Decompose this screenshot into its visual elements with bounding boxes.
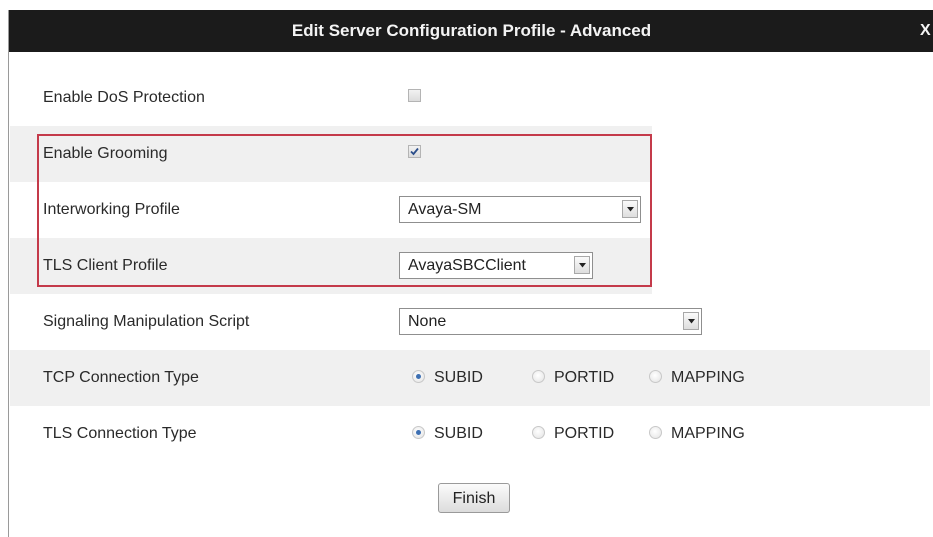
- radio-label: SUBID: [434, 425, 483, 442]
- radio-label: PORTID: [554, 425, 615, 442]
- tls-connection-type-label: TLS Connection Type: [43, 425, 197, 442]
- row-interworking-profile: Interworking Profile Avaya-SM: [10, 182, 652, 238]
- radio-button-selected[interactable]: [412, 426, 425, 439]
- radio-label: MAPPING: [671, 369, 745, 386]
- signaling-manipulation-script-select[interactable]: None: [399, 308, 702, 335]
- chevron-down-icon: [579, 263, 586, 268]
- close-icon[interactable]: X: [920, 10, 933, 52]
- radio-label: MAPPING: [671, 425, 745, 442]
- radio-button[interactable]: [649, 426, 662, 439]
- row-tcp-connection-type: TCP Connection Type SUBID PORTID MAPPING: [10, 350, 930, 406]
- row-tls-client-profile: TLS Client Profile AvayaSBCClient: [10, 238, 652, 294]
- radio-button[interactable]: [649, 370, 662, 383]
- row-enable-dos-protection: Enable DoS Protection: [10, 70, 652, 126]
- chevron-down-icon: [627, 207, 634, 212]
- dropdown-button[interactable]: [622, 200, 638, 218]
- enable-grooming-checkbox[interactable]: [408, 145, 421, 158]
- radio-button[interactable]: [532, 370, 545, 383]
- tls-client-profile-value: AvayaSBCClient: [408, 257, 526, 274]
- row-enable-grooming: Enable Grooming: [10, 126, 652, 182]
- radio-button[interactable]: [532, 426, 545, 439]
- enable-dos-protection-label: Enable DoS Protection: [43, 89, 205, 106]
- row-tls-connection-type: TLS Connection Type SUBID PORTID MAPPING: [10, 406, 930, 462]
- dropdown-button[interactable]: [574, 256, 590, 274]
- tcp-connection-type-label: TCP Connection Type: [43, 369, 199, 386]
- tls-client-profile-select[interactable]: AvayaSBCClient: [399, 252, 593, 279]
- interworking-profile-value: Avaya-SM: [408, 201, 482, 218]
- enable-grooming-label: Enable Grooming: [43, 145, 168, 162]
- edit-server-config-dialog: Edit Server Configuration Profile - Adva…: [8, 10, 933, 537]
- interworking-profile-select[interactable]: Avaya-SM: [399, 196, 641, 223]
- tls-client-profile-label: TLS Client Profile: [43, 257, 168, 274]
- radio-label: SUBID: [434, 369, 483, 386]
- dropdown-button[interactable]: [683, 312, 699, 330]
- finish-button[interactable]: Finish: [438, 483, 510, 513]
- signaling-manipulation-script-label: Signaling Manipulation Script: [43, 313, 250, 330]
- enable-dos-protection-checkbox[interactable]: [408, 89, 421, 102]
- chevron-down-icon: [688, 319, 695, 324]
- signaling-manipulation-script-value: None: [408, 313, 447, 330]
- interworking-profile-label: Interworking Profile: [43, 201, 180, 218]
- row-signaling-manipulation-script: Signaling Manipulation Script None: [10, 294, 720, 350]
- dialog-title: Edit Server Configuration Profile - Adva…: [291, 21, 652, 40]
- checkmark-icon: [410, 147, 419, 156]
- dialog-titlebar: Edit Server Configuration Profile - Adva…: [9, 10, 933, 52]
- radio-button-selected[interactable]: [412, 370, 425, 383]
- radio-label: PORTID: [554, 369, 615, 386]
